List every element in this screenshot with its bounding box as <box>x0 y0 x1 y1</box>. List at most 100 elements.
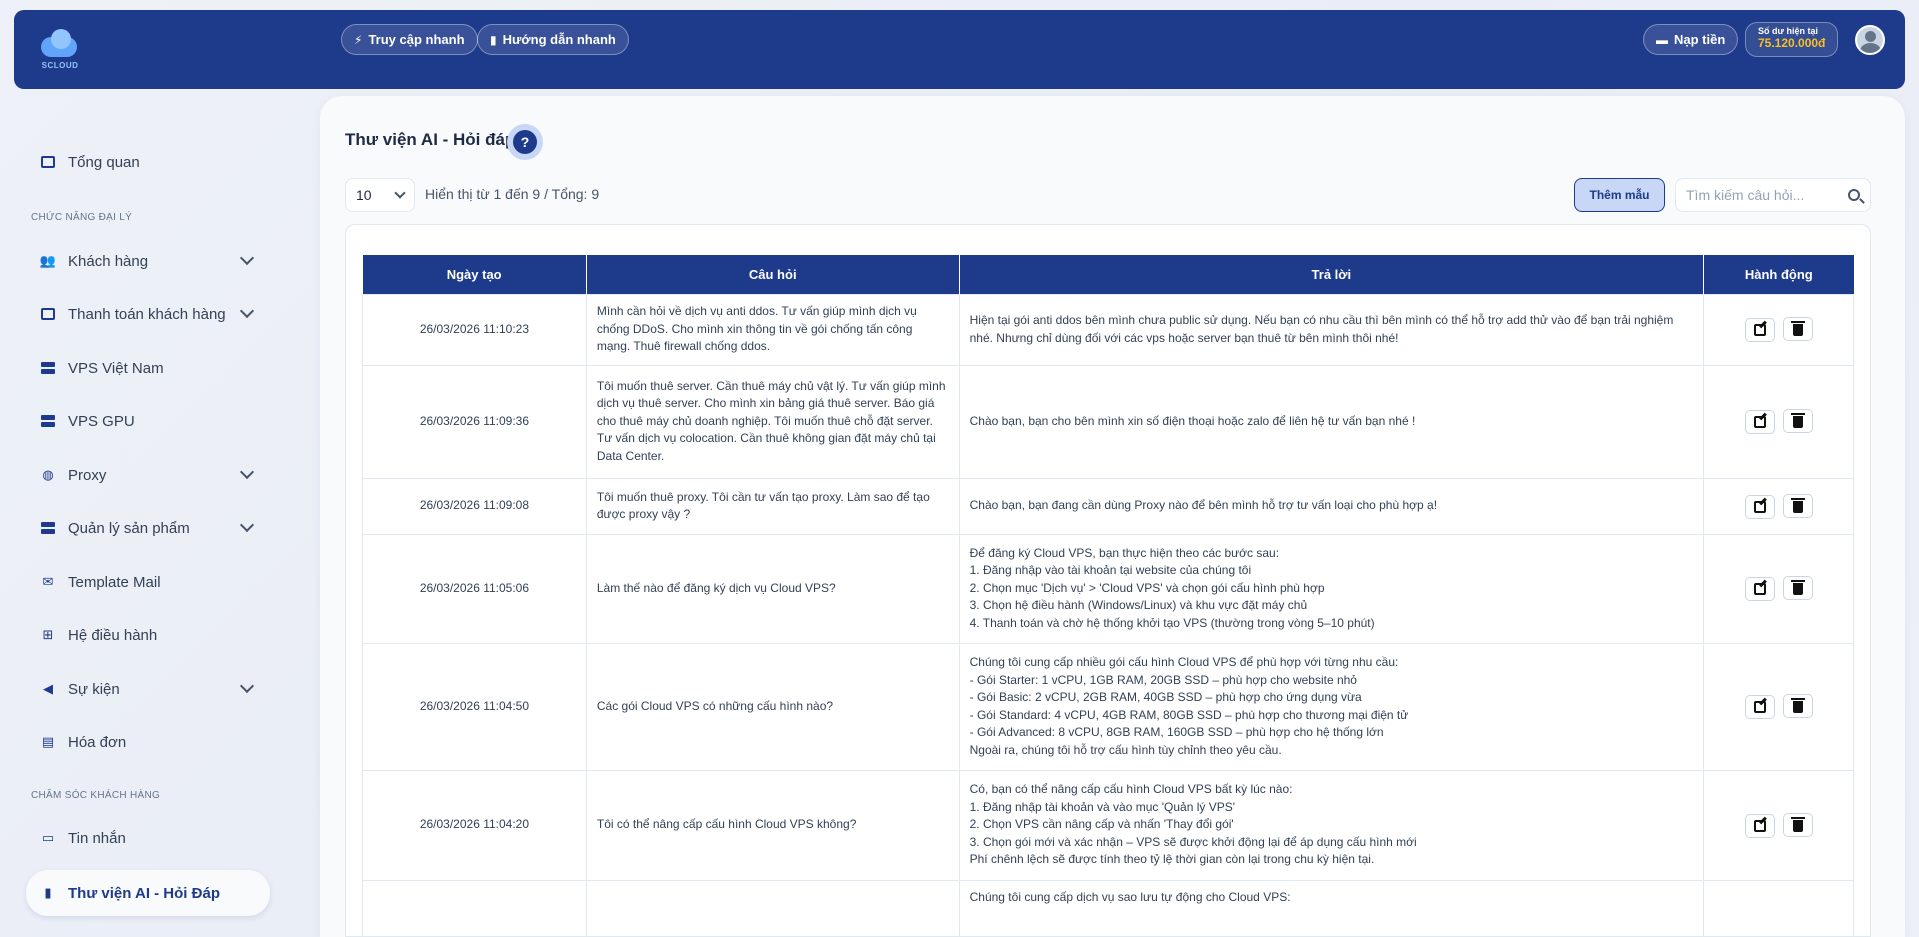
sidebar-item-ai-library[interactable]: ▮ Thư viện AI - Hỏi Đáp <box>26 870 270 916</box>
qa-table-card: Ngày tạo Câu hỏi Trả lời Hành động 26/03… <box>345 224 1871 937</box>
chevron-down-icon <box>239 303 255 319</box>
balance-value: 75.120.000đ <box>1758 36 1826 50</box>
cloud-icon <box>37 29 83 59</box>
question-icon: ? <box>513 130 537 154</box>
sidebar-item-vps-vietnam[interactable]: VPS Việt Nam <box>26 346 270 390</box>
megaphone-icon: ◀ <box>43 681 53 696</box>
sidebar-item-products[interactable]: Quản lý sản phẩm <box>26 506 270 550</box>
delete-button[interactable] <box>1782 317 1813 341</box>
table-row: 26/03/2026 11:04:20 Tôi có thể nâng cấp … <box>362 769 1854 881</box>
dashboard-icon <box>40 154 56 170</box>
sidebar-item-label: Quản lý sản phẩm <box>68 519 190 537</box>
windows-icon: ⊞ <box>42 627 54 642</box>
sidebar-item-label: VPS Việt Nam <box>68 359 164 377</box>
delete-button[interactable] <box>1782 409 1813 433</box>
cell-date: 26/03/2026 11:04:20 <box>362 769 587 881</box>
help-button[interactable]: ? <box>507 124 543 160</box>
quick-guide-label: Hướng dẫn nhanh <box>502 32 616 47</box>
server-icon <box>40 360 56 376</box>
cell-answer: Chào bạn, bạn đang cần dùng Proxy nào để… <box>958 477 1705 535</box>
edit-icon <box>1753 819 1766 832</box>
cell-question <box>585 879 960 936</box>
sidebar-item-customers[interactable]: 👥 Khách hàng <box>26 239 270 283</box>
column-header-date: Ngày tạo <box>362 255 587 294</box>
trash-icon <box>1790 413 1805 428</box>
trash-icon <box>1790 580 1805 595</box>
trash-icon <box>1790 321 1805 336</box>
edit-button[interactable] <box>1744 577 1775 601</box>
scloud-logo[interactable]: SCLOUD <box>34 24 86 76</box>
delete-button[interactable] <box>1782 812 1813 837</box>
chat-icon: ▭ <box>41 830 55 845</box>
edit-button[interactable] <box>1744 695 1775 719</box>
topup-button[interactable]: ▬ Nạp tiền <box>1643 24 1739 55</box>
sidebar-item-label: Proxy <box>68 466 107 484</box>
main-content: Thư viện AI - Hỏi đáp ? 10 Hiển thị từ 1… <box>320 96 1905 937</box>
table-row: 26/03/2026 11:10:23 Mình cần hỏi về dịch… <box>362 293 1854 366</box>
cell-answer: Có, bạn có thể nâng cấp cấu hình Cloud V… <box>958 769 1705 881</box>
sidebar-item-label: Tin nhắn <box>68 829 126 847</box>
search-input[interactable] <box>1686 187 1836 203</box>
delete-button[interactable] <box>1782 694 1813 718</box>
sidebar-item-invoices[interactable]: ▤ Hóa đơn <box>26 720 270 764</box>
cell-answer: Chào bạn, bạn cho bên mình xin số điện t… <box>958 364 1705 479</box>
edit-icon <box>1753 583 1766 595</box>
card-icon <box>40 306 56 322</box>
sidebar-item-label: Thanh toán khách hàng <box>68 305 226 323</box>
edit-button[interactable] <box>1744 410 1775 434</box>
per-page-select[interactable]: 10 <box>345 178 415 212</box>
cell-answer: Chúng tôi cung cấp nhiều gói cấu hình Cl… <box>958 642 1705 771</box>
sidebar-item-vps-gpu[interactable]: VPS GPU <box>26 399 270 443</box>
sidebar-item-overview[interactable]: Tổng quan <box>26 140 270 184</box>
balance-badge[interactable]: Số dư hiện tại 75.120.000đ <box>1745 22 1839 57</box>
users-icon: 👥 <box>39 253 57 268</box>
cell-actions <box>1703 642 1854 771</box>
edit-button[interactable] <box>1744 494 1775 519</box>
cell-answer: Chúng tôi cung cấp dịch vụ sao lưu tự độ… <box>958 879 1705 936</box>
add-template-button[interactable]: Thêm mẫu <box>1574 178 1665 212</box>
edit-button[interactable] <box>1744 813 1775 838</box>
cell-actions <box>1703 364 1854 479</box>
quick-access-button[interactable]: ⚡ Truy cập nhanh <box>341 24 478 55</box>
trash-icon <box>1790 497 1805 513</box>
sidebar-item-template-mail[interactable]: ✉ Template Mail <box>26 560 270 604</box>
cell-question: Tôi muốn thuê proxy. Tôi cần tư vấn tạo … <box>585 477 960 535</box>
qa-table: Ngày tạo Câu hỏi Trả lời Hành động 26/03… <box>362 255 1854 936</box>
edit-icon <box>1753 324 1766 336</box>
sidebar-item-os[interactable]: ⊞ Hệ điều hành <box>26 613 270 657</box>
cell-date: 26/03/2026 11:04:50 <box>362 642 587 771</box>
mail-icon: ✉ <box>42 574 54 589</box>
sidebar-item-messages[interactable]: ▭ Tin nhắn <box>26 816 270 860</box>
sidebar-item-label: Khách hàng <box>68 252 149 270</box>
document-icon: ▮ <box>44 885 52 900</box>
column-header-question: Câu hỏi <box>586 255 960 294</box>
sidebar-item-label: Hóa đơn <box>68 733 127 751</box>
chevron-down-icon <box>239 250 255 266</box>
sidebar-item-label: Thư viện AI - Hỏi Đáp <box>68 884 220 902</box>
cell-question: Tôi muốn thuê server. Cần thuê máy chủ v… <box>585 364 960 479</box>
quick-guide-button[interactable]: ▮ Hướng dẫn nhanh <box>477 24 629 55</box>
delete-button[interactable] <box>1782 493 1813 518</box>
sidebar: Tổng quan CHỨC NĂNG ĐẠI LÝ 👥 Khách hàng … <box>0 90 290 937</box>
trash-icon <box>1790 698 1805 713</box>
sidebar-item-label: Tổng quan <box>68 153 140 171</box>
sidebar-item-label: Sự kiện <box>68 680 120 698</box>
top-header: SCLOUD <box>14 10 1905 89</box>
sidebar-item-proxy[interactable]: ◍ Proxy <box>26 453 270 497</box>
delete-button[interactable] <box>1782 576 1813 600</box>
table-row: Chúng tôi cung cấp dịch vụ sao lưu tự độ… <box>362 879 1854 936</box>
cell-answer: Để đăng ký Cloud VPS, bạn thực hiện theo… <box>958 533 1705 644</box>
chevron-down-icon <box>239 464 255 480</box>
edit-icon <box>1753 416 1766 428</box>
table-row: 26/03/2026 11:05:06 Làm thế nào để đăng … <box>362 533 1854 644</box>
sidebar-item-customer-payments[interactable]: Thanh toán khách hàng <box>26 292 270 336</box>
search-icon[interactable] <box>1848 189 1860 201</box>
book-icon: ▮ <box>490 32 497 47</box>
edit-button[interactable] <box>1744 318 1775 342</box>
cell-answer: Hiện tại gói anti ddos bên mình chưa pub… <box>958 293 1705 366</box>
edit-icon <box>1753 701 1766 713</box>
sidebar-item-events[interactable]: ◀ Sự kiện <box>26 667 270 711</box>
user-avatar[interactable] <box>1855 25 1885 55</box>
per-page-value: 10 <box>356 187 372 203</box>
search-box <box>1675 178 1871 212</box>
